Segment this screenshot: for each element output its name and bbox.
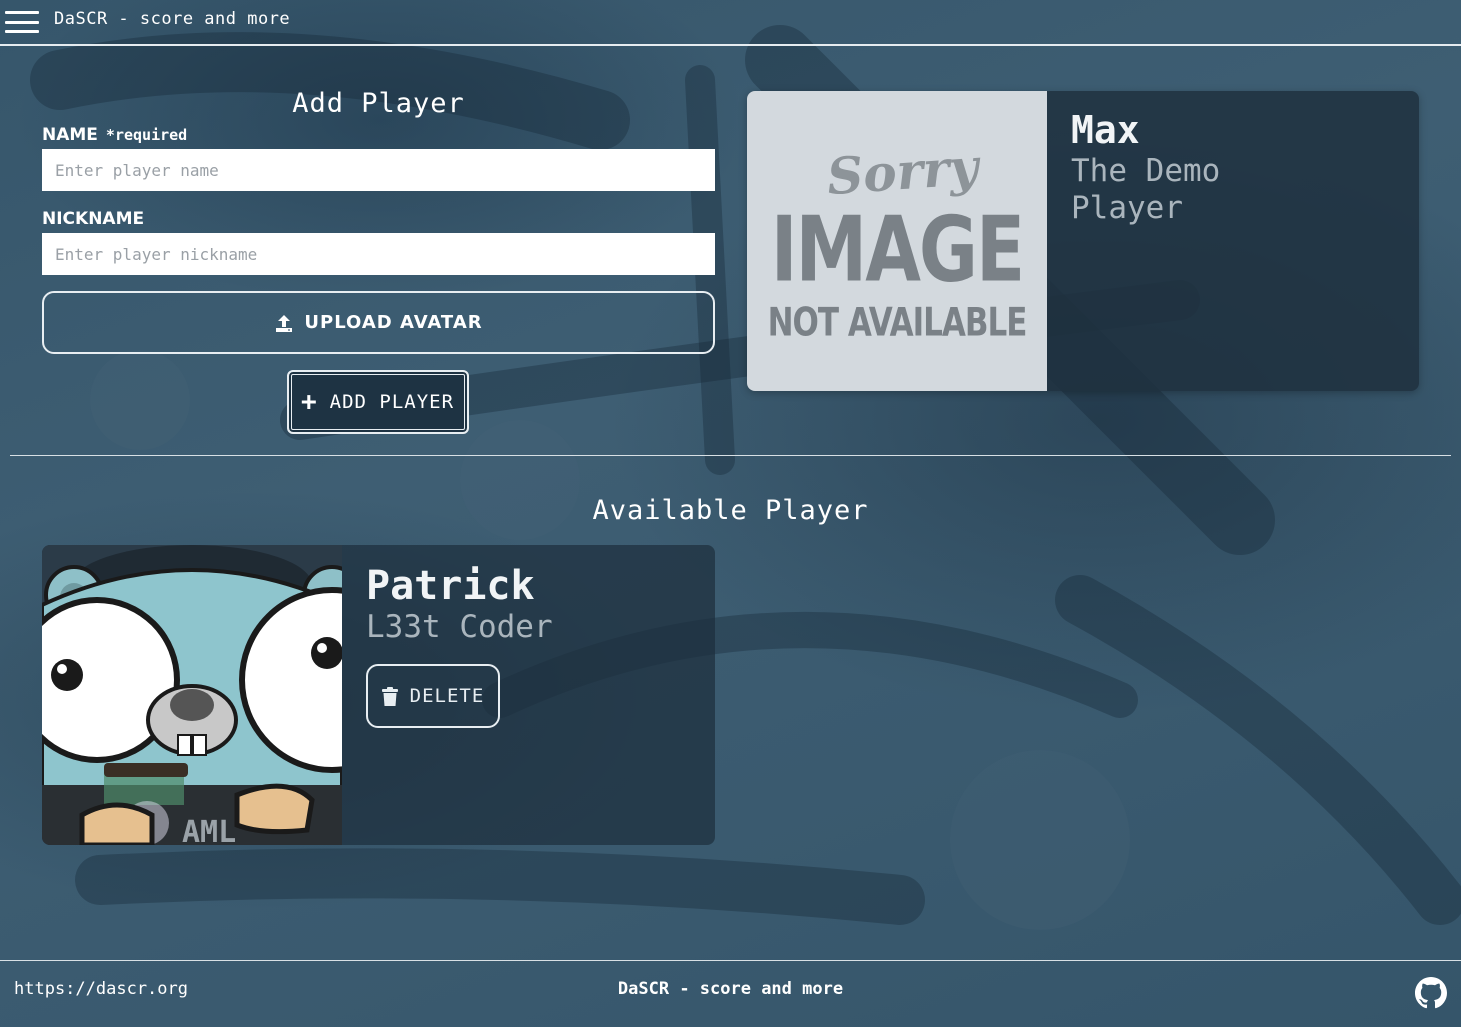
- menu-line: [5, 11, 39, 14]
- name-label: NAME *required: [42, 125, 715, 145]
- not-available-text: NOT AVAILABLE: [767, 300, 1028, 345]
- nickname-input[interactable]: [42, 233, 715, 275]
- player-nickname: L33t Coder: [366, 609, 553, 645]
- player-preview-card: Sorry IMAGE NOT AVAILABLE Max The Demo P…: [747, 91, 1419, 391]
- section-divider: [10, 455, 1451, 456]
- nickname-label: NICKNAME: [42, 209, 145, 229]
- add-player-label: ADD PLAYER: [329, 391, 455, 413]
- delete-player-button[interactable]: DELETE: [366, 664, 500, 729]
- preview-player-name: Max: [1071, 108, 1140, 152]
- add-player-form: Add Player NAME *required NICKNAME UPLOAD…: [42, 88, 715, 434]
- upload-avatar-label: UPLOAD AVATAR: [304, 312, 483, 333]
- preview-player-nickname: The Demo Player: [1071, 152, 1221, 227]
- image-text: IMAGE: [770, 196, 1025, 301]
- menu-line: [5, 20, 39, 24]
- name-input[interactable]: [42, 149, 715, 191]
- player-info: Patrick L33t Coder DELETE: [342, 545, 577, 845]
- top-header: DaSCR - score and more: [0, 0, 1461, 46]
- add-player-button[interactable]: + ADD PLAYER: [286, 370, 469, 434]
- footer-title: DaSCR - score and more: [617, 979, 844, 999]
- github-icon[interactable]: [1415, 977, 1447, 1009]
- menu-line: [5, 30, 39, 33]
- required-marker: *required: [105, 126, 188, 144]
- footer: https://dascr.org DaSCR - score and more: [0, 960, 1461, 1027]
- player-name: Patrick: [366, 563, 535, 609]
- name-label-text: NAME: [42, 125, 98, 145]
- available-player-title: Available Player: [592, 495, 869, 526]
- gopher-avatar: AML: [42, 545, 342, 845]
- preview-info: Max The Demo Player: [1047, 91, 1295, 391]
- player-card: AML Patrick L33t Coder DELETE: [42, 545, 715, 845]
- trash-icon: [381, 686, 398, 706]
- upload-avatar-button[interactable]: UPLOAD AVATAR: [42, 291, 715, 354]
- add-player-title: Add Player: [292, 88, 465, 119]
- hamburger-menu-icon[interactable]: [5, 8, 39, 36]
- delete-label: DELETE: [409, 685, 485, 708]
- plus-icon: +: [300, 387, 318, 417]
- app-title: DaSCR - score and more: [54, 9, 291, 29]
- upload-icon: [276, 314, 293, 332]
- image-not-available-placeholder: Sorry IMAGE NOT AVAILABLE: [747, 91, 1047, 391]
- sorry-text: Sorry: [825, 136, 981, 206]
- svg-text:AML: AML: [182, 815, 236, 845]
